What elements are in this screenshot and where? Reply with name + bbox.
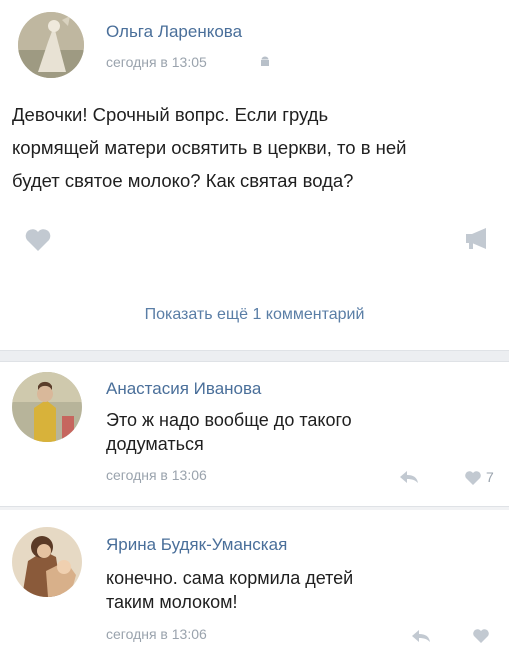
comment-author-name[interactable]: Ярина Будяк-Уманская: [106, 535, 287, 555]
comment-text: конечно. сама кормила детей таким молоко…: [106, 566, 353, 614]
heart-icon[interactable]: [24, 228, 52, 257]
post-card: Ольга Ларенкова сегодня в 13:05 Девочки!…: [0, 0, 509, 350]
comment-text-line: Это ж надо вообще до такого: [106, 410, 352, 430]
post-author-avatar[interactable]: [18, 12, 84, 78]
comment-text-line: таким молоком!: [106, 592, 238, 612]
heart-icon[interactable]: [464, 470, 482, 491]
comment-author-avatar[interactable]: [12, 372, 82, 442]
avatar-photo-icon: [18, 12, 84, 78]
post-text-line: Девочки! Срочный вопрс. Если грудь: [12, 104, 329, 125]
avatar-photo-icon: [12, 372, 82, 442]
comment-timestamp[interactable]: сегодня в 13:06: [106, 626, 207, 642]
comment-text-line: додуматься: [106, 434, 204, 454]
post-text-line: кормящей матери освятить в церкви, то в …: [12, 137, 407, 158]
post-timestamp[interactable]: сегодня в 13:05: [106, 54, 207, 70]
post-text: Девочки! Срочный вопрс. Если грудь кормя…: [12, 98, 497, 197]
section-divider: [0, 506, 509, 510]
comment-author-avatar[interactable]: [12, 527, 82, 597]
heart-icon[interactable]: [472, 628, 490, 649]
post-author-name[interactable]: Ольга Ларенкова: [106, 22, 242, 42]
megaphone-icon[interactable]: [464, 226, 492, 257]
reply-icon[interactable]: [398, 469, 420, 490]
comment-text-line: конечно. сама кормила детей: [106, 568, 354, 588]
comment-timestamp[interactable]: сегодня в 13:06: [106, 467, 207, 483]
comment-author-name[interactable]: Анастасия Иванова: [106, 379, 261, 399]
show-more-comments-link[interactable]: Показать ещё 1 комментарий: [0, 306, 509, 324]
comment-text: Это ж надо вообще до такого додуматься: [106, 408, 352, 456]
avatar-photo-icon: [12, 527, 82, 597]
section-divider: [0, 350, 509, 362]
comment-like-count: 7: [486, 469, 494, 485]
post-text-line: будет святое молоко? Как святая вода?: [12, 170, 354, 191]
reply-icon[interactable]: [410, 628, 432, 649]
android-icon: [259, 55, 271, 74]
